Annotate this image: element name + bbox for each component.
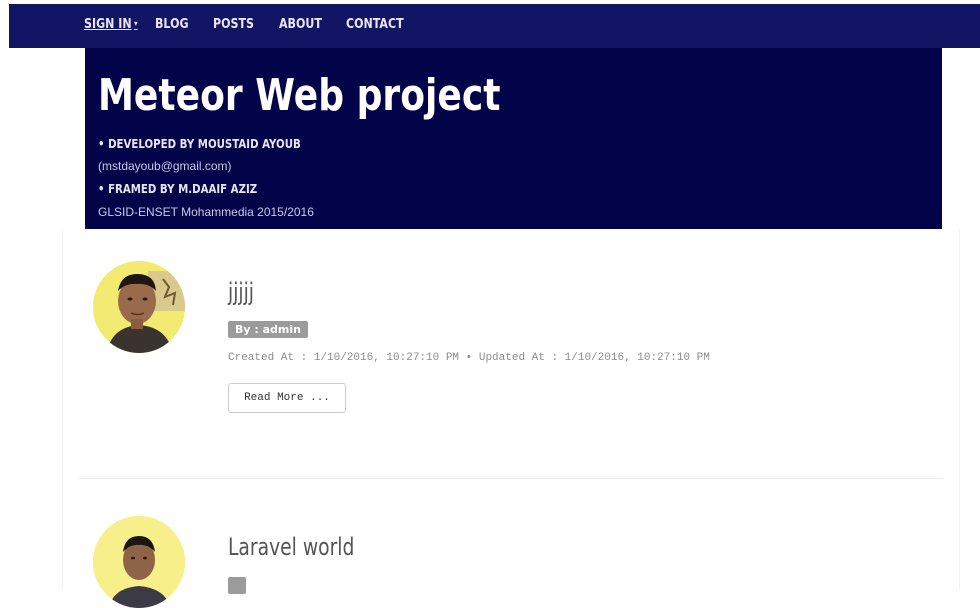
nav-sign-in-dropdown[interactable]: SIGN IN ▾ <box>84 17 138 32</box>
supervisor-credit: • FRAMED BY M.DAAIF AZIZ <box>98 182 258 196</box>
post-title[interactable]: jjjjj <box>228 278 254 306</box>
site-header: Meteor Web project • DEVELOPED BY MOUSTA… <box>85 48 942 229</box>
posts-list: jjjjj By : admin Created At : 1/10/2016,… <box>62 229 960 608</box>
author-avatar <box>93 516 185 608</box>
nav-contact-link[interactable]: CONTACT <box>346 17 404 32</box>
author-avatar <box>93 261 185 353</box>
read-more-button[interactable]: Read More ... <box>228 383 346 413</box>
post-divider <box>79 478 943 479</box>
caret-down-icon: ▾ <box>134 19 138 28</box>
nav-blog-link[interactable]: BLOG <box>155 17 189 32</box>
developer-email: (mstdayoub@gmail.com) <box>98 159 232 173</box>
site-title: Meteor Web project <box>98 70 501 121</box>
author-badge <box>228 577 246 594</box>
nav-posts-link[interactable]: POSTS <box>213 17 254 32</box>
post-title[interactable]: Laravel world <box>228 533 354 561</box>
nav-about-link[interactable]: ABOUT <box>279 17 322 32</box>
post-item: jjjjj By : admin Created At : 1/10/2016,… <box>63 229 959 479</box>
top-navbar: SIGN IN ▾ BLOG POSTS ABOUT CONTACT <box>9 4 980 48</box>
post-item: Laravel world <box>63 480 959 608</box>
institution-text: GLSID-ENSET Mohammedia 2015/2016 <box>98 205 314 219</box>
post-timestamps: Created At : 1/10/2016, 10:27:10 PM • Up… <box>228 352 710 364</box>
author-badge: By : admin <box>228 321 308 338</box>
nav-sign-in-label: SIGN IN <box>84 17 132 32</box>
developer-credit: • DEVELOPED BY MOUSTAID AYOUB <box>98 137 301 151</box>
